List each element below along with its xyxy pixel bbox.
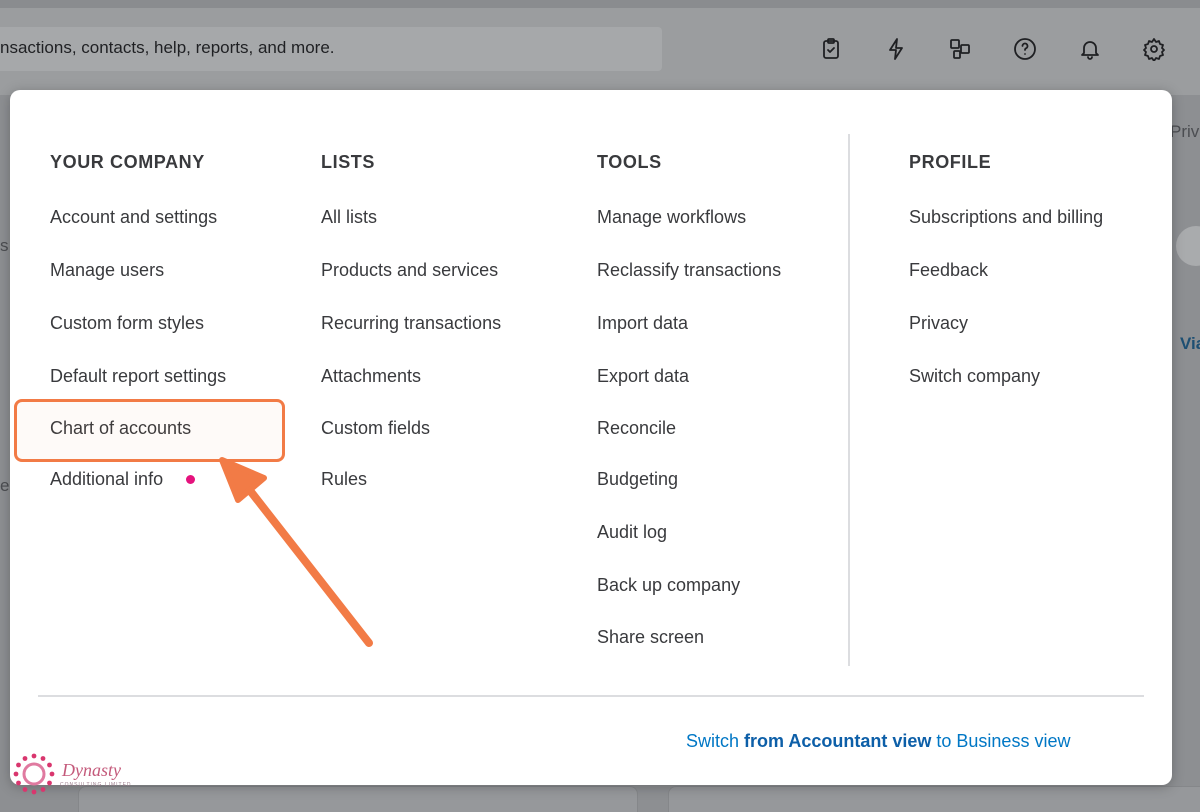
menu-item-rules[interactable]: Rules (321, 468, 367, 490)
bg-fragment-e: e (0, 476, 10, 495)
switch-view-link[interactable]: Switch from Accountant view to Business … (686, 731, 1070, 752)
dynasty-logo-icon (13, 753, 55, 795)
menu-item-additional-info[interactable]: Additional info (50, 468, 163, 490)
switch-view-part1: Switch (686, 731, 745, 751)
menu-item-privacy[interactable]: Privacy (909, 312, 968, 334)
menu-item-all-lists[interactable]: All lists (321, 206, 377, 228)
menu-item-attachments[interactable]: Attachments (321, 365, 421, 387)
menu-item-default-report-settings[interactable]: Default report settings (50, 365, 226, 387)
menu-item-custom-form-styles[interactable]: Custom form styles (50, 312, 204, 334)
menu-item-manage-users[interactable]: Manage users (50, 259, 164, 281)
menu-item-budgeting[interactable]: Budgeting (597, 468, 678, 490)
bg-card (78, 786, 638, 812)
bg-avatar (1176, 226, 1200, 266)
clipboard-check-icon[interactable] (818, 36, 844, 62)
footer-divider (38, 695, 1144, 697)
search-placeholder: nsactions, contacts, help, reports, and … (0, 38, 335, 57)
new-indicator-dot (186, 475, 195, 484)
column-divider (848, 134, 850, 666)
your-company-heading: YOUR COMPANY (50, 152, 205, 172)
menu-item-reconcile[interactable]: Reconcile (597, 417, 676, 439)
menu-item-products-services[interactable]: Products and services (321, 259, 498, 281)
switch-view-part2: from Accountant view (744, 731, 932, 751)
menu-item-import-data[interactable]: Import data (597, 312, 688, 334)
menu-item-export-data[interactable]: Export data (597, 365, 689, 387)
menu-item-custom-fields[interactable]: Custom fields (321, 417, 430, 439)
lists-heading: LISTS (321, 152, 376, 172)
menu-item-reclassify-transactions[interactable]: Reclassify transactions (597, 259, 781, 281)
header-strip (0, 0, 1200, 8)
menu-item-subscriptions-billing[interactable]: Subscriptions and billing (909, 206, 1103, 228)
chart-of-accounts-highlight (14, 399, 285, 462)
apps-icon[interactable] (947, 36, 973, 62)
menu-item-switch-company[interactable]: Switch company (909, 365, 1040, 387)
watermark-sub: CONSULTING LIMITED (60, 782, 132, 788)
gear-icon[interactable] (1141, 36, 1167, 62)
bell-icon[interactable] (1077, 36, 1103, 62)
tools-heading: TOOLS (597, 152, 662, 172)
switch-view-part3: to Business view (931, 731, 1071, 751)
menu-item-back-up-company[interactable]: Back up company (597, 574, 740, 596)
app-header: nsactions, contacts, help, reports, and … (0, 0, 1200, 95)
menu-item-account-settings[interactable]: Account and settings (50, 206, 217, 228)
menu-item-audit-log[interactable]: Audit log (597, 521, 667, 543)
profile-heading: PROFILE (909, 152, 992, 172)
menu-item-share-screen[interactable]: Share screen (597, 626, 704, 648)
bg-view-link: Via (1180, 334, 1200, 353)
bg-card (668, 786, 1200, 812)
menu-item-feedback[interactable]: Feedback (909, 259, 988, 281)
menu-item-manage-workflows[interactable]: Manage workflows (597, 206, 746, 228)
watermark-name: Dynasty (62, 760, 121, 780)
lightning-icon[interactable] (883, 36, 909, 62)
menu-item-recurring-transactions[interactable]: Recurring transactions (321, 312, 501, 334)
bg-fragment-s: s (0, 236, 9, 255)
bg-priv-text: Priv (1170, 122, 1200, 141)
help-icon[interactable] (1012, 36, 1038, 62)
